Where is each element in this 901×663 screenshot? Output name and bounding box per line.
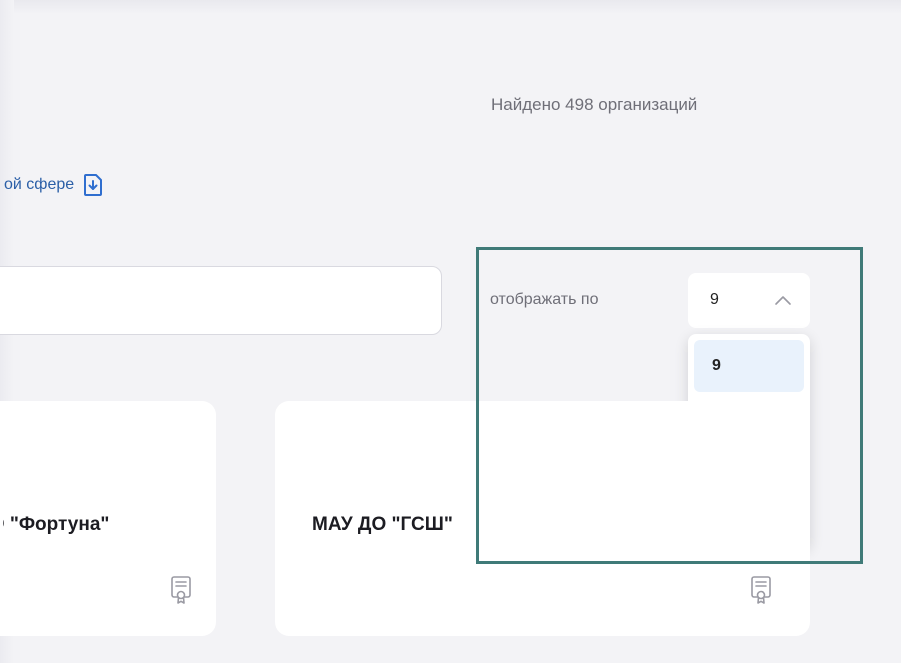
organization-card[interactable]: МАУ ДО "ГСШ" bbox=[275, 401, 810, 636]
per-page-selected-value: 9 bbox=[710, 291, 719, 308]
option-label: 9 bbox=[712, 357, 721, 374]
per-page-option-9[interactable]: 9 bbox=[694, 340, 804, 392]
per-page-label: отображать по bbox=[490, 291, 599, 308]
search-input[interactable] bbox=[0, 266, 442, 335]
per-page-select[interactable]: 9 bbox=[688, 273, 810, 328]
organization-title: ОО "Фортуна" bbox=[3, 514, 110, 535]
download-link-text: ой сфере bbox=[4, 176, 75, 193]
download-document-icon[interactable] bbox=[82, 173, 104, 197]
chevron-up-icon bbox=[774, 293, 792, 311]
organization-card[interactable]: ОО "Фортуна" bbox=[0, 401, 216, 636]
download-register-link[interactable]: ой сфере bbox=[4, 173, 104, 197]
organization-title: МАУ ДО "ГСШ" bbox=[312, 514, 453, 535]
certificate-icon bbox=[170, 575, 192, 610]
results-count: Найдено 498 организаций bbox=[491, 95, 698, 114]
certificate-icon bbox=[750, 575, 772, 610]
top-shadow bbox=[0, 0, 901, 14]
